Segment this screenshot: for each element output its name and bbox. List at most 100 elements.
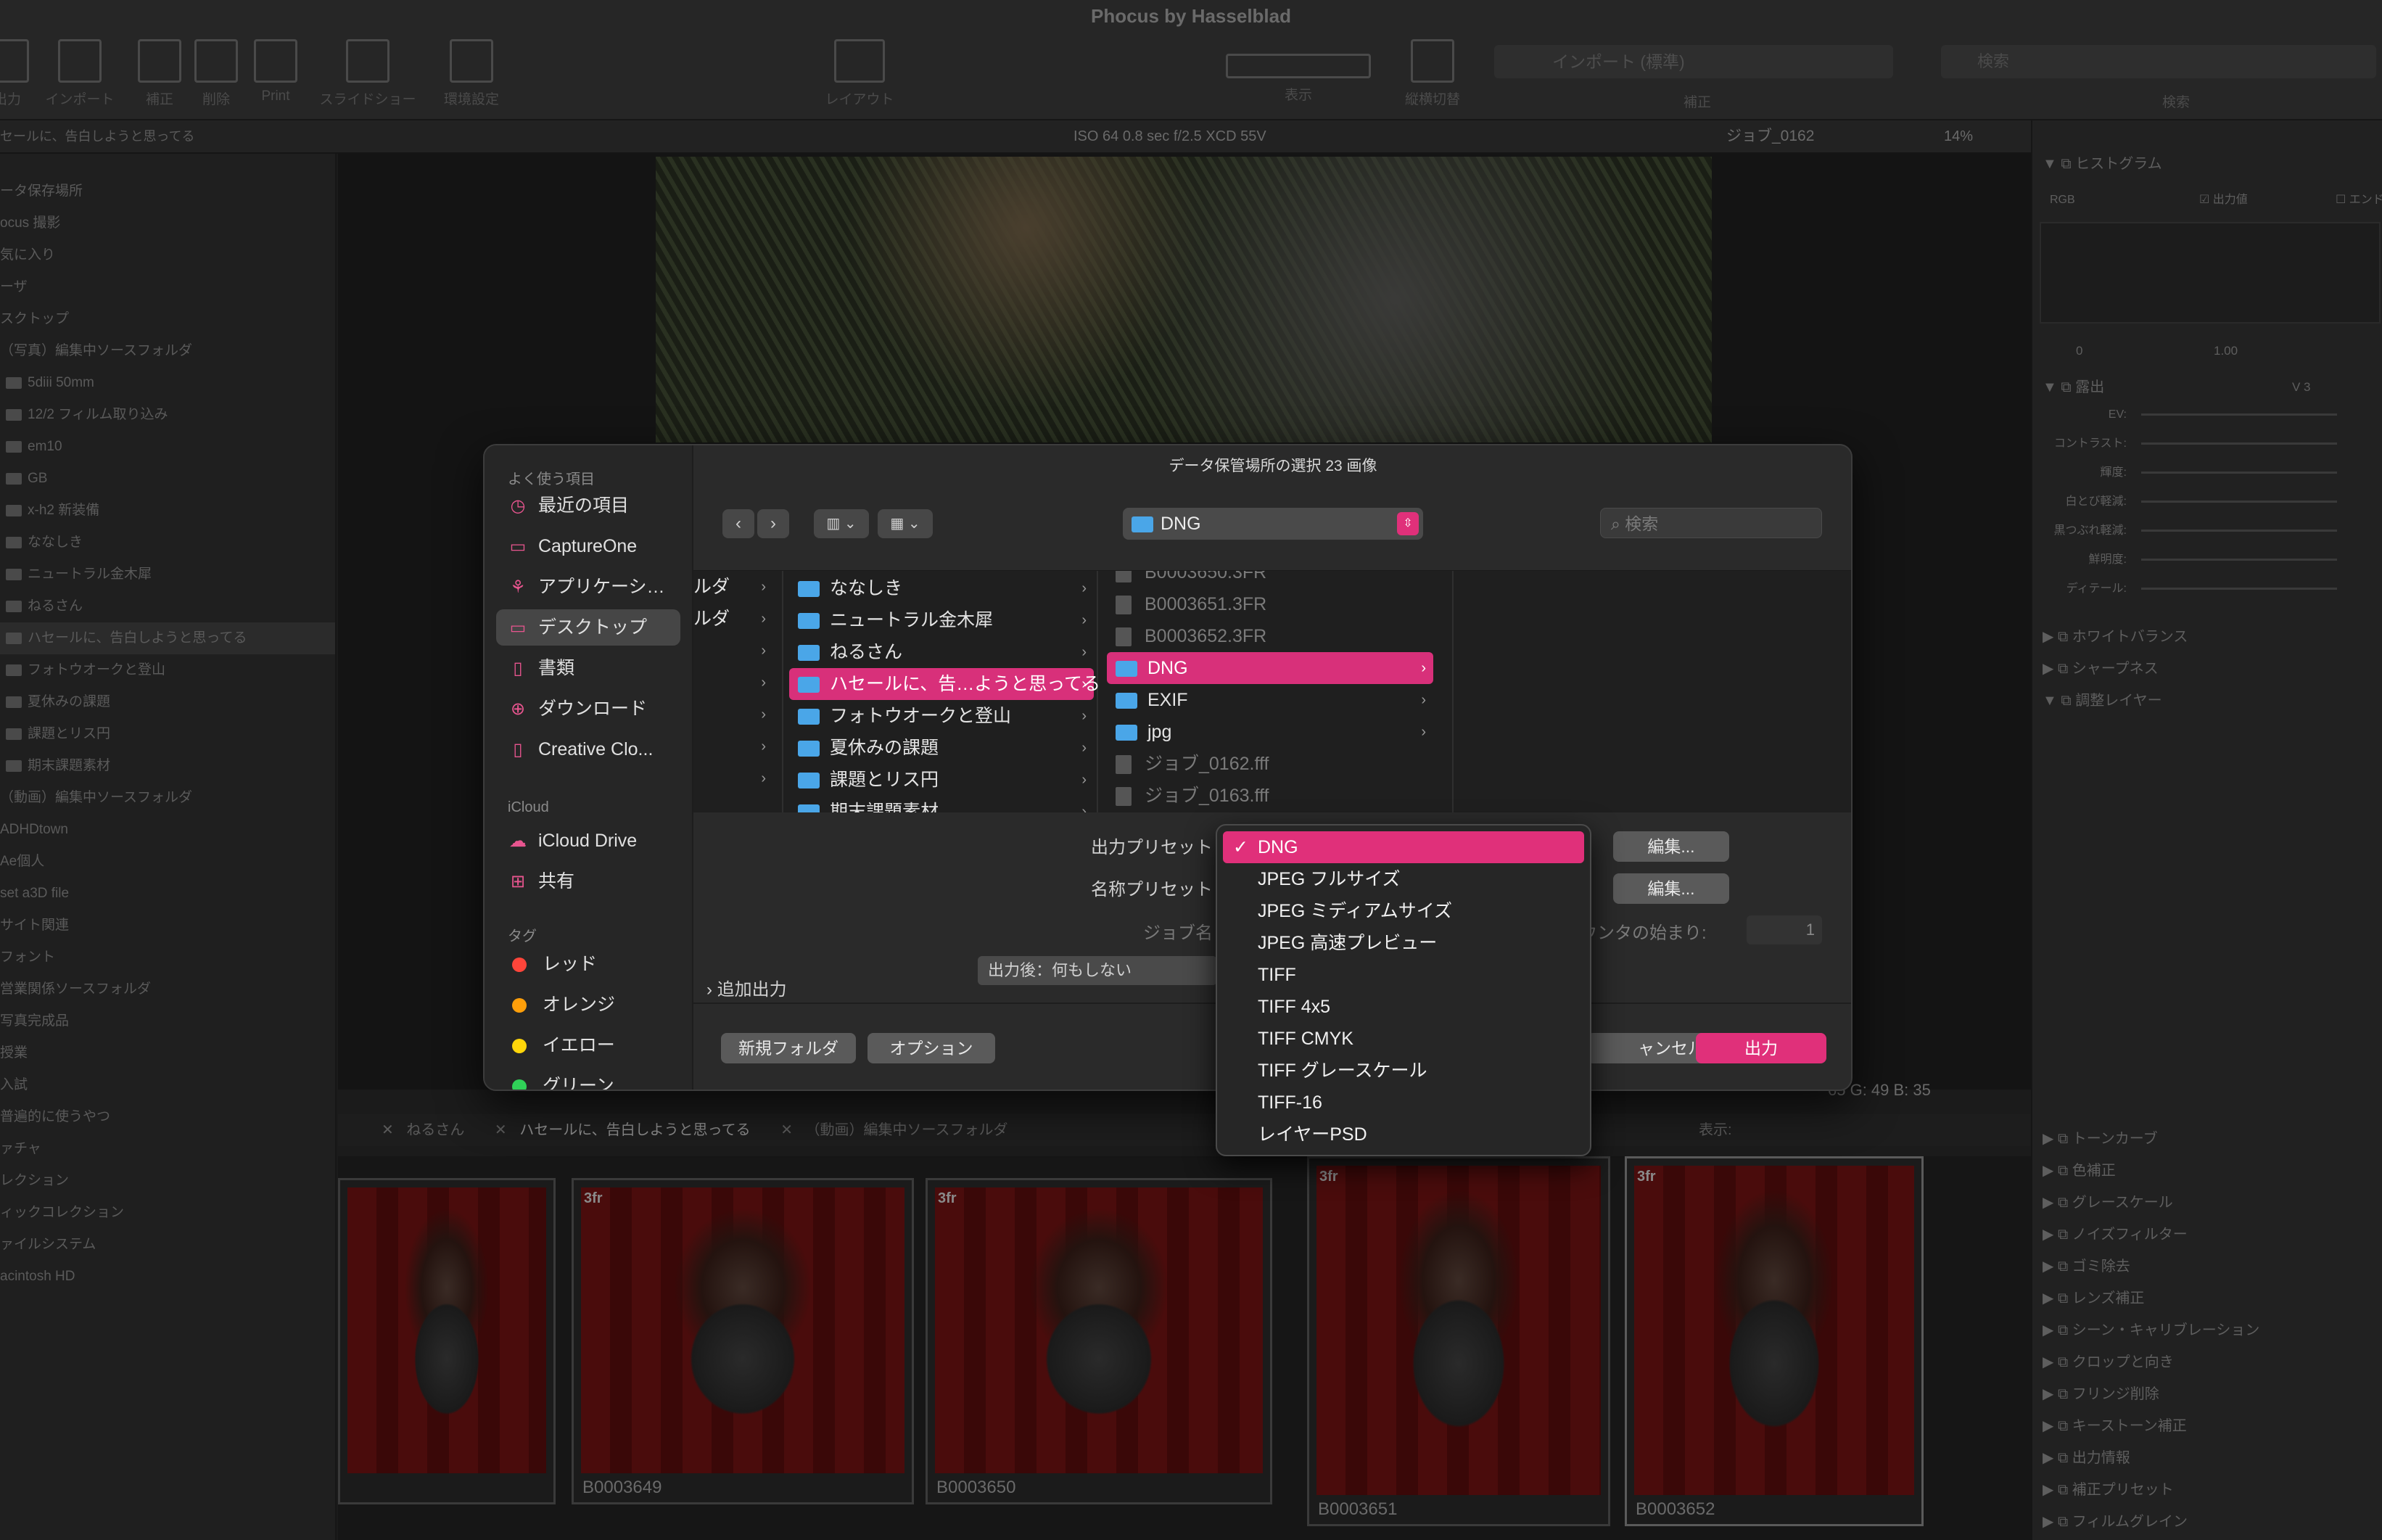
sidebar-item[interactable]: （写真）編集中ソースフォルダ: [0, 335, 192, 367]
exposure-param-row[interactable]: 鮮明度:: [2032, 545, 2373, 575]
folder-row[interactable]: ななしき ›: [789, 572, 1094, 604]
sidebar-item[interactable]: フォント: [0, 942, 55, 973]
param-slider[interactable]: [2141, 559, 2337, 561]
folder-row[interactable]: DNG ›: [1107, 652, 1433, 684]
panel-header[interactable]: ▶ ⧉ 色補正: [2043, 1156, 2116, 1185]
output-value-toggle[interactable]: ☑ 出力値: [2199, 186, 2248, 215]
sidebar-item[interactable]: Ae個人: [0, 846, 44, 878]
file-row[interactable]: B0003652.3FR: [1107, 620, 1433, 652]
counter-field[interactable]: 1: [1747, 915, 1822, 944]
sidebar-item[interactable]: ーザ: [0, 271, 28, 303]
sidebar-item[interactable]: 12/2 フィルム取り込み: [0, 399, 168, 431]
sidebar-item[interactable]: 課題とリス円: [0, 718, 110, 750]
toolbar-preferences[interactable]: 環境設定: [435, 39, 508, 108]
panel-header[interactable]: ▶ ⧉ キーストーン補正: [2043, 1412, 2187, 1441]
toolbar-search-input[interactable]: 検索: [1941, 45, 2376, 78]
toolbar-output[interactable]: 出力: [0, 39, 29, 108]
sidebar-tag[interactable]: イエロー: [496, 1027, 680, 1063]
toolbar-layout[interactable]: レイアウト: [820, 39, 899, 108]
back-button[interactable]: ‹: [722, 509, 754, 538]
list-item[interactable]: ›: [693, 635, 773, 667]
location-popup[interactable]: DNG ⇳: [1123, 508, 1423, 540]
sidebar-item[interactable]: （動画）編集中ソースフォルダ: [0, 782, 192, 814]
exposure-param-row[interactable]: ディテール:: [2032, 575, 2373, 604]
thumbnail[interactable]: 3fr B0003651: [1307, 1156, 1610, 1526]
menu-item[interactable]: レイヤーPSD: [1223, 1119, 1584, 1150]
sidebar-item-file[interactable]: ▯ Creative Clo...: [496, 731, 680, 767]
sidebar-item[interactable]: 5diii 50mm: [0, 367, 94, 399]
sidebar-item[interactable]: フォトウオークと登山: [0, 654, 165, 686]
exposure-param-row[interactable]: 黒つぶれ軽減:: [2032, 516, 2373, 545]
sidebar-item[interactable]: ななしき: [0, 527, 83, 559]
browser-tab-1[interactable]: ねるさん: [406, 1122, 464, 1138]
panel-header[interactable]: ▶ ⧉ クロップと向き: [2043, 1348, 2174, 1377]
edit-name-preset-button[interactable]: 編集...: [1613, 873, 1729, 904]
folder-row[interactable]: ねるさん ›: [789, 636, 1094, 668]
sidebar-item[interactable]: em10: [0, 431, 62, 463]
exposure-version[interactable]: V 3: [2292, 373, 2311, 402]
sidebar-item[interactable]: ニュートラル金木犀: [0, 559, 152, 590]
param-slider[interactable]: [2141, 413, 2337, 416]
folder-row[interactable]: フォトウオークと登山 ›: [789, 700, 1094, 732]
sidebar-item[interactable]: 写真完成品: [0, 1005, 69, 1037]
toolbar-view[interactable]: 表示: [1219, 39, 1378, 104]
folder-row[interactable]: ニュートラル金木犀 ›: [789, 604, 1094, 636]
browser-tab-2[interactable]: ハセールに、告白しようと思ってる: [519, 1122, 750, 1138]
param-slider[interactable]: [2141, 588, 2337, 590]
panel-exposure[interactable]: ▼ ⧉ 露出: [2043, 373, 2104, 402]
sidebar-item[interactable]: ハセールに、告白しようと思ってる: [0, 622, 335, 654]
list-item[interactable]: ›: [693, 699, 773, 730]
panel-header[interactable]: ▶ ⧉ シーン・キャリブレーション: [2043, 1316, 2259, 1345]
sidebar-item-clock[interactable]: ◷ 最近の項目: [496, 487, 680, 524]
sidebar-item[interactable]: 気に入り: [0, 239, 55, 271]
thumbnail[interactable]: 3fr B0003649: [572, 1178, 914, 1504]
sidebar-item[interactable]: サイト関連: [0, 910, 69, 942]
thumbnail[interactable]: [338, 1178, 556, 1504]
list-item[interactable]: ›: [693, 762, 773, 794]
sidebar-item-shared-folder[interactable]: ⊞ 共有: [496, 863, 680, 899]
dialog-search-input[interactable]: ⌕ 検索: [1600, 508, 1822, 538]
panel-sharpness[interactable]: ▶ ⧉ シャープネス: [2043, 654, 2159, 683]
folder-row[interactable]: EXIF ›: [1107, 684, 1433, 716]
sidebar-item[interactable]: ァイルシステム: [0, 1229, 96, 1261]
menu-item[interactable]: JPEG 高速プレビュー: [1223, 927, 1584, 959]
menu-item[interactable]: ✓ DNG: [1223, 831, 1584, 863]
menu-item[interactable]: TIFF 4x5: [1223, 991, 1584, 1023]
sidebar-item[interactable]: ータ保存場所: [0, 176, 83, 207]
panel-header[interactable]: ▶ ⧉ フリンジ削除: [2043, 1380, 2159, 1409]
folder-row[interactable]: 課題とリス円 ›: [789, 764, 1094, 796]
view-mode-button[interactable]: ▥ ⌄: [814, 509, 869, 538]
toolbar-orientation[interactable]: 縦横切替: [1400, 39, 1465, 108]
tab-close-icon[interactable]: ✕: [495, 1122, 507, 1138]
sidebar-tag[interactable]: レッド: [496, 946, 680, 982]
sidebar-item-folder[interactable]: ▭ CaptureOne: [496, 528, 680, 564]
options-button[interactable]: オプション: [868, 1033, 995, 1063]
sidebar-item[interactable]: set a3D file: [0, 878, 69, 910]
exposure-param-row[interactable]: 白とび軽減:: [2032, 487, 2373, 516]
sidebar-item[interactable]: レクション: [0, 1165, 69, 1197]
browser-tab-3[interactable]: （動画）編集中ソースフォルダ: [806, 1122, 1008, 1138]
param-slider[interactable]: [2141, 501, 2337, 503]
new-folder-button[interactable]: 新規フォルダ: [721, 1033, 856, 1063]
tab-close-icon[interactable]: ✕: [780, 1122, 793, 1138]
param-slider[interactable]: [2141, 442, 2337, 445]
folder-row[interactable]: jpg ›: [1107, 716, 1433, 748]
panel-adjust-layers[interactable]: ▼ ⧉ 調整レイヤー: [2043, 686, 2162, 715]
thumbnail[interactable]: 3fr B0003652: [1625, 1156, 1924, 1526]
file-row[interactable]: B0003651.3FR: [1107, 588, 1433, 620]
sidebar-item[interactable]: スクトップ: [0, 303, 69, 335]
list-item[interactable]: ルダ ›: [693, 603, 773, 635]
sidebar-item[interactable]: 期末課題素材: [0, 750, 110, 782]
sidebar-item[interactable]: ocus 撮影: [0, 207, 60, 239]
toolbar-import[interactable]: インポート: [44, 39, 116, 108]
file-row[interactable]: ジョブ_0162.fff: [1107, 748, 1433, 780]
panel-header[interactable]: ▶ ⧉ ノイズフィルター: [2043, 1220, 2188, 1249]
sidebar-item[interactable]: 夏休みの課題: [0, 686, 110, 718]
sidebar-item[interactable]: ADHDtown: [0, 814, 68, 846]
file-row[interactable]: ジョブ_0163.fff: [1107, 780, 1433, 812]
group-button[interactable]: ▦ ⌄: [878, 509, 933, 538]
exposure-param-row[interactable]: EV:: [2032, 400, 2373, 429]
after-output-select[interactable]: 出力後：何もしない: [978, 956, 1217, 985]
panel-header[interactable]: ▶ ⧉ 補正プリセット: [2043, 1475, 2174, 1504]
param-slider[interactable]: [2141, 472, 2337, 474]
